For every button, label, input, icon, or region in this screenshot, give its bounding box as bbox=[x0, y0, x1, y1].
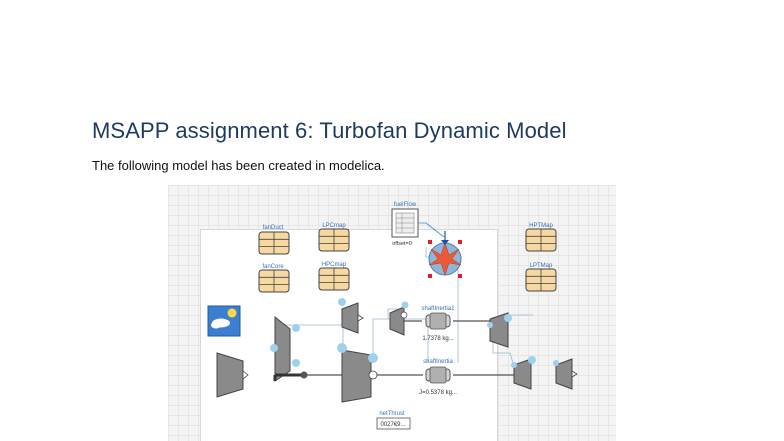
inlet-component bbox=[216, 352, 249, 398]
modelica-diagram: fanDuct LPCmap fanCore HPCmap HPTMap LPT… bbox=[168, 185, 616, 441]
fan-core-table: fanCore bbox=[258, 264, 290, 293]
fuel-flow-label: fuelFlow bbox=[394, 202, 417, 208]
hpt-map-table: HPTMap bbox=[525, 223, 557, 252]
hpt-component bbox=[487, 312, 512, 348]
hp-turbine-small bbox=[389, 301, 409, 336]
document-title: MSAPP assignment 6: Turbofan Dynamic Mod… bbox=[92, 118, 567, 143]
shaft-inertia: shaftInertia J=0.5378 kg... bbox=[419, 359, 457, 396]
fuel-flow-block: fuelFlow offset=0 bbox=[391, 202, 445, 247]
net-thrust-block: netThrust 0027€9... bbox=[376, 411, 411, 430]
lpt-component bbox=[511, 356, 536, 390]
lpc-component bbox=[338, 298, 364, 334]
shaft-inertia-1: shaftInertia1 1.7378 kg... bbox=[421, 306, 455, 342]
fan-core-label: fanCore bbox=[262, 264, 284, 270]
diagram-svg: fanDuct LPCmap fanCore HPCmap HPTMap LPT… bbox=[207, 202, 578, 430]
combustor bbox=[428, 231, 462, 278]
lpt-map-table: LPTMap bbox=[525, 263, 557, 292]
shaft-lines bbox=[304, 320, 514, 376]
document-subtitle: The following model has been created in … bbox=[92, 158, 385, 173]
lpt-map-label: LPTMap bbox=[530, 263, 553, 269]
nozzle-component bbox=[553, 358, 578, 390]
fuel-flow-value: offset=0 bbox=[392, 241, 412, 247]
shaft-inertia-1-label: shaftInertia1 bbox=[421, 306, 455, 312]
net-thrust-label: netThrust bbox=[379, 411, 405, 417]
ambient-icon bbox=[207, 305, 241, 337]
fan-component bbox=[270, 315, 308, 382]
hpt-map-label: HPTMap bbox=[529, 223, 553, 229]
hpc-map-label: HPCmap bbox=[322, 262, 347, 268]
shaft-inertia-value: J=0.5378 kg... bbox=[419, 390, 457, 396]
lpc-map-table: LPCmap bbox=[318, 223, 350, 252]
hpc-map-table: HPCmap bbox=[318, 262, 350, 291]
lpc-map-label: LPCmap bbox=[322, 223, 346, 229]
shaft-inertia-1-value: 1.7378 kg... bbox=[422, 336, 454, 342]
hpc-component bbox=[337, 343, 378, 403]
fan-duct-table: fanDuct bbox=[258, 225, 290, 255]
net-thrust-value: 0027€9... bbox=[380, 422, 405, 428]
shaft-inertia-label: shaftInertia bbox=[423, 359, 453, 365]
fan-duct-label: fanDuct bbox=[263, 225, 284, 231]
